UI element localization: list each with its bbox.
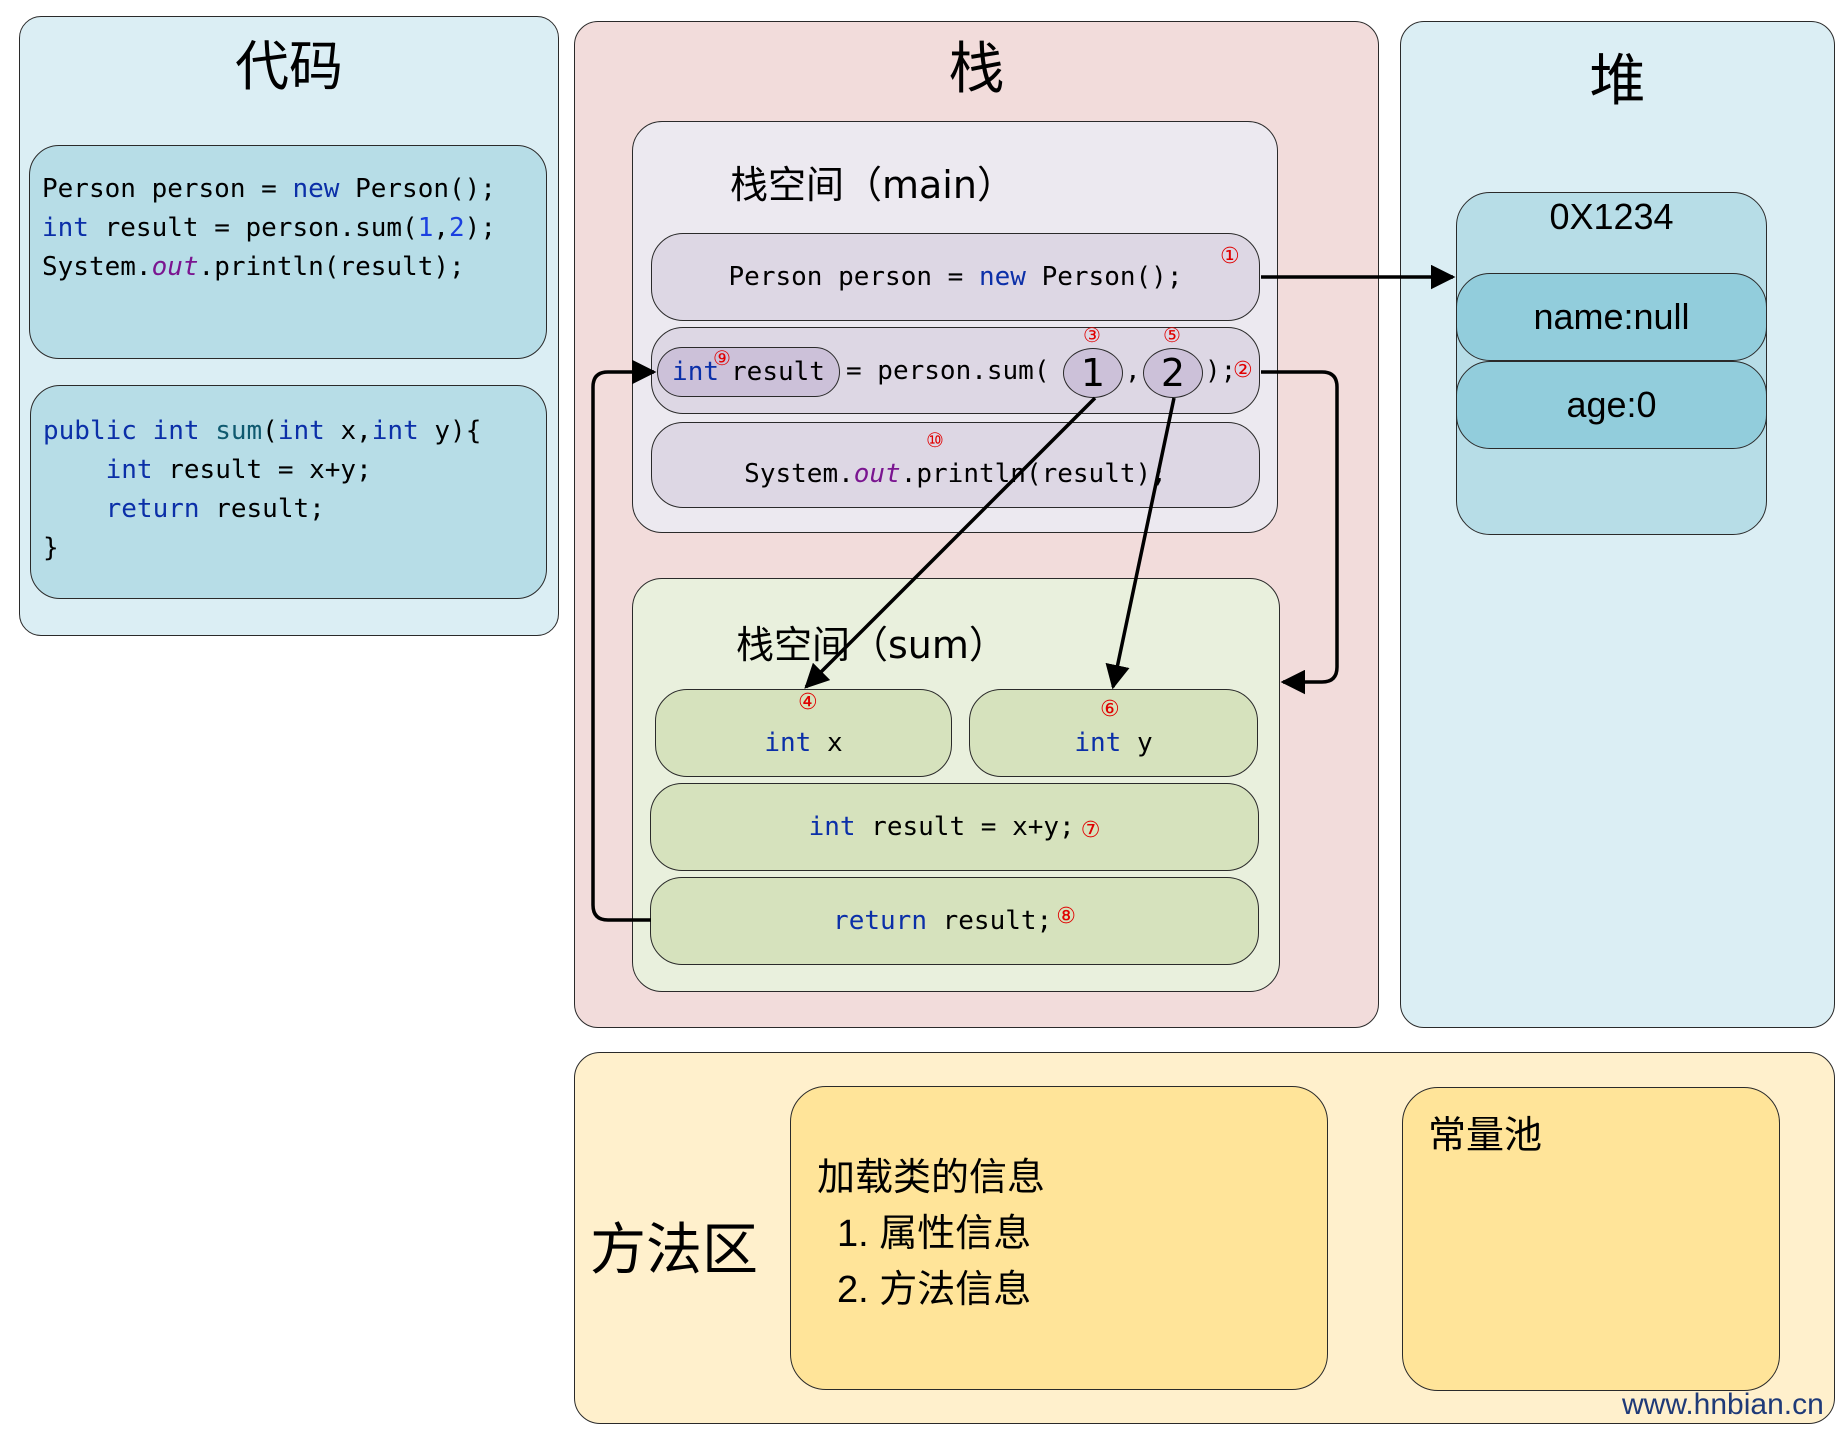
object-address: 0X1234: [1549, 196, 1674, 237]
argument-2-value: 2: [1160, 351, 1186, 395]
field-value: age:0: [1566, 384, 1657, 425]
code-keyword: int: [371, 416, 419, 446]
code-text: ,: [433, 213, 450, 243]
step-marker-4: ④: [798, 690, 818, 715]
step-marker-1: ①: [1220, 244, 1240, 269]
result-variable-name: result: [731, 357, 825, 387]
main-code-block: Person person = new Person(); int result …: [29, 145, 547, 359]
object-field-name: name:null: [1456, 273, 1767, 361]
sum-method-code-block: public int sum(int x,int y){ int result …: [30, 385, 547, 599]
main-stack-frame-title: 栈空间（main）: [730, 163, 1015, 207]
constant-pool-title: 常量池: [1428, 1113, 1543, 1157]
main-code-lines: Person person = new Person(); int result …: [42, 170, 496, 287]
argument-2-circle: 2: [1143, 348, 1203, 398]
keyword-return: return: [833, 906, 927, 936]
code-line: int result = x+y;: [43, 451, 481, 490]
code-text: x,: [324, 416, 372, 446]
watermark: www.hnbian.cn: [1622, 1388, 1824, 1421]
frame-row-return: return result; ⑧: [650, 877, 1259, 965]
call-expression-end: );: [1205, 356, 1237, 386]
code-line: Person person = new Person();: [42, 170, 496, 209]
parameter-name: y: [1121, 728, 1153, 758]
method-area-title: 方法区: [590, 1218, 758, 1283]
code-keyword: int: [152, 416, 200, 446]
code-text: );: [464, 213, 496, 243]
call-expression: = person.sum(: [846, 356, 1050, 386]
code-text: System.: [744, 459, 854, 489]
code-keyword: int: [42, 213, 89, 243]
step-marker-9: ⑨: [713, 346, 731, 370]
code-token-fn: sum: [215, 416, 263, 446]
step-marker-2: ②: [1233, 358, 1253, 383]
keyword-int: int: [808, 812, 856, 842]
code-text: Person person =: [728, 262, 979, 292]
code-keyword: public: [43, 416, 137, 446]
step-marker-6: ⑥: [1100, 697, 1120, 722]
code-text: result;: [199, 494, 325, 524]
step-marker-7: ⑦: [1080, 817, 1101, 843]
code-text: Person person =: [42, 174, 293, 204]
frame-row-add: int result = x+y; ⑦: [650, 783, 1259, 871]
heap-panel-title: 堆: [1589, 49, 1646, 114]
object-field-age: age:0: [1456, 361, 1767, 449]
argument-comma: ,: [1125, 356, 1141, 386]
code-line: int result = person.sum(1,2);: [42, 209, 496, 248]
argument-1-value: 1: [1080, 351, 1106, 395]
sum-code-lines: public int sum(int x,int y){ int result …: [43, 412, 481, 568]
code-line: return result;: [43, 490, 481, 529]
keyword-int: int: [764, 728, 812, 758]
step-marker-5: ⑤: [1163, 323, 1181, 347]
keyword-new: new: [978, 262, 1026, 292]
parameter-name: x: [811, 728, 843, 758]
code-text: y){: [418, 416, 482, 446]
code-keyword: int: [277, 416, 325, 446]
code-line: System.out.println(result);: [42, 248, 496, 287]
code-text: System.: [42, 252, 152, 282]
code-text: Person();: [339, 174, 496, 204]
code-token-num: 2: [449, 213, 465, 243]
frame-row-new-person: Person person = new Person();: [651, 233, 1260, 321]
class-info-text: 加载类的信息 1. 属性信息 2. 方法信息: [817, 1150, 1045, 1318]
code-text: Person();: [1025, 262, 1183, 292]
code-panel-title: 代码: [235, 35, 343, 98]
code-keyword: new: [292, 174, 340, 204]
code-text: (: [262, 416, 278, 446]
class-info-heading: 加载类的信息: [817, 1157, 1046, 1199]
code-text: result = person.sum(: [88, 213, 418, 243]
code-keyword: return: [105, 494, 200, 524]
code-text: result = x+y;: [152, 455, 372, 485]
result-variable-slot: int result: [657, 347, 840, 397]
code-text: .println(result);: [198, 252, 465, 282]
code-keyword: int: [105, 455, 153, 485]
class-info-item: 1. 属性信息: [837, 1213, 1032, 1255]
keyword-int: int: [672, 357, 720, 387]
step-marker-8: ⑧: [1056, 903, 1076, 929]
class-info-item: 2. 方法信息: [837, 1269, 1032, 1311]
code-line: }: [43, 529, 481, 568]
argument-1-circle: 1: [1063, 348, 1123, 398]
code-text: result = x+y;: [855, 812, 1075, 842]
step-marker-10: ⑩: [926, 428, 944, 452]
code-text: }: [43, 533, 59, 563]
code-token-num: 1: [417, 213, 434, 243]
code-line: public int sum(int x,int y){: [43, 412, 481, 451]
field-value: name:null: [1533, 296, 1690, 337]
frame-row-print-result: System. out .println(result);: [651, 422, 1260, 508]
step-marker-3: ③: [1083, 323, 1101, 347]
code-token-it: out: [151, 252, 199, 282]
code-text: result;: [926, 906, 1053, 936]
stack-panel-title: 栈: [948, 37, 1005, 102]
sum-stack-frame-title: 栈空间（sum）: [736, 623, 1007, 667]
field-out: out: [853, 459, 901, 489]
